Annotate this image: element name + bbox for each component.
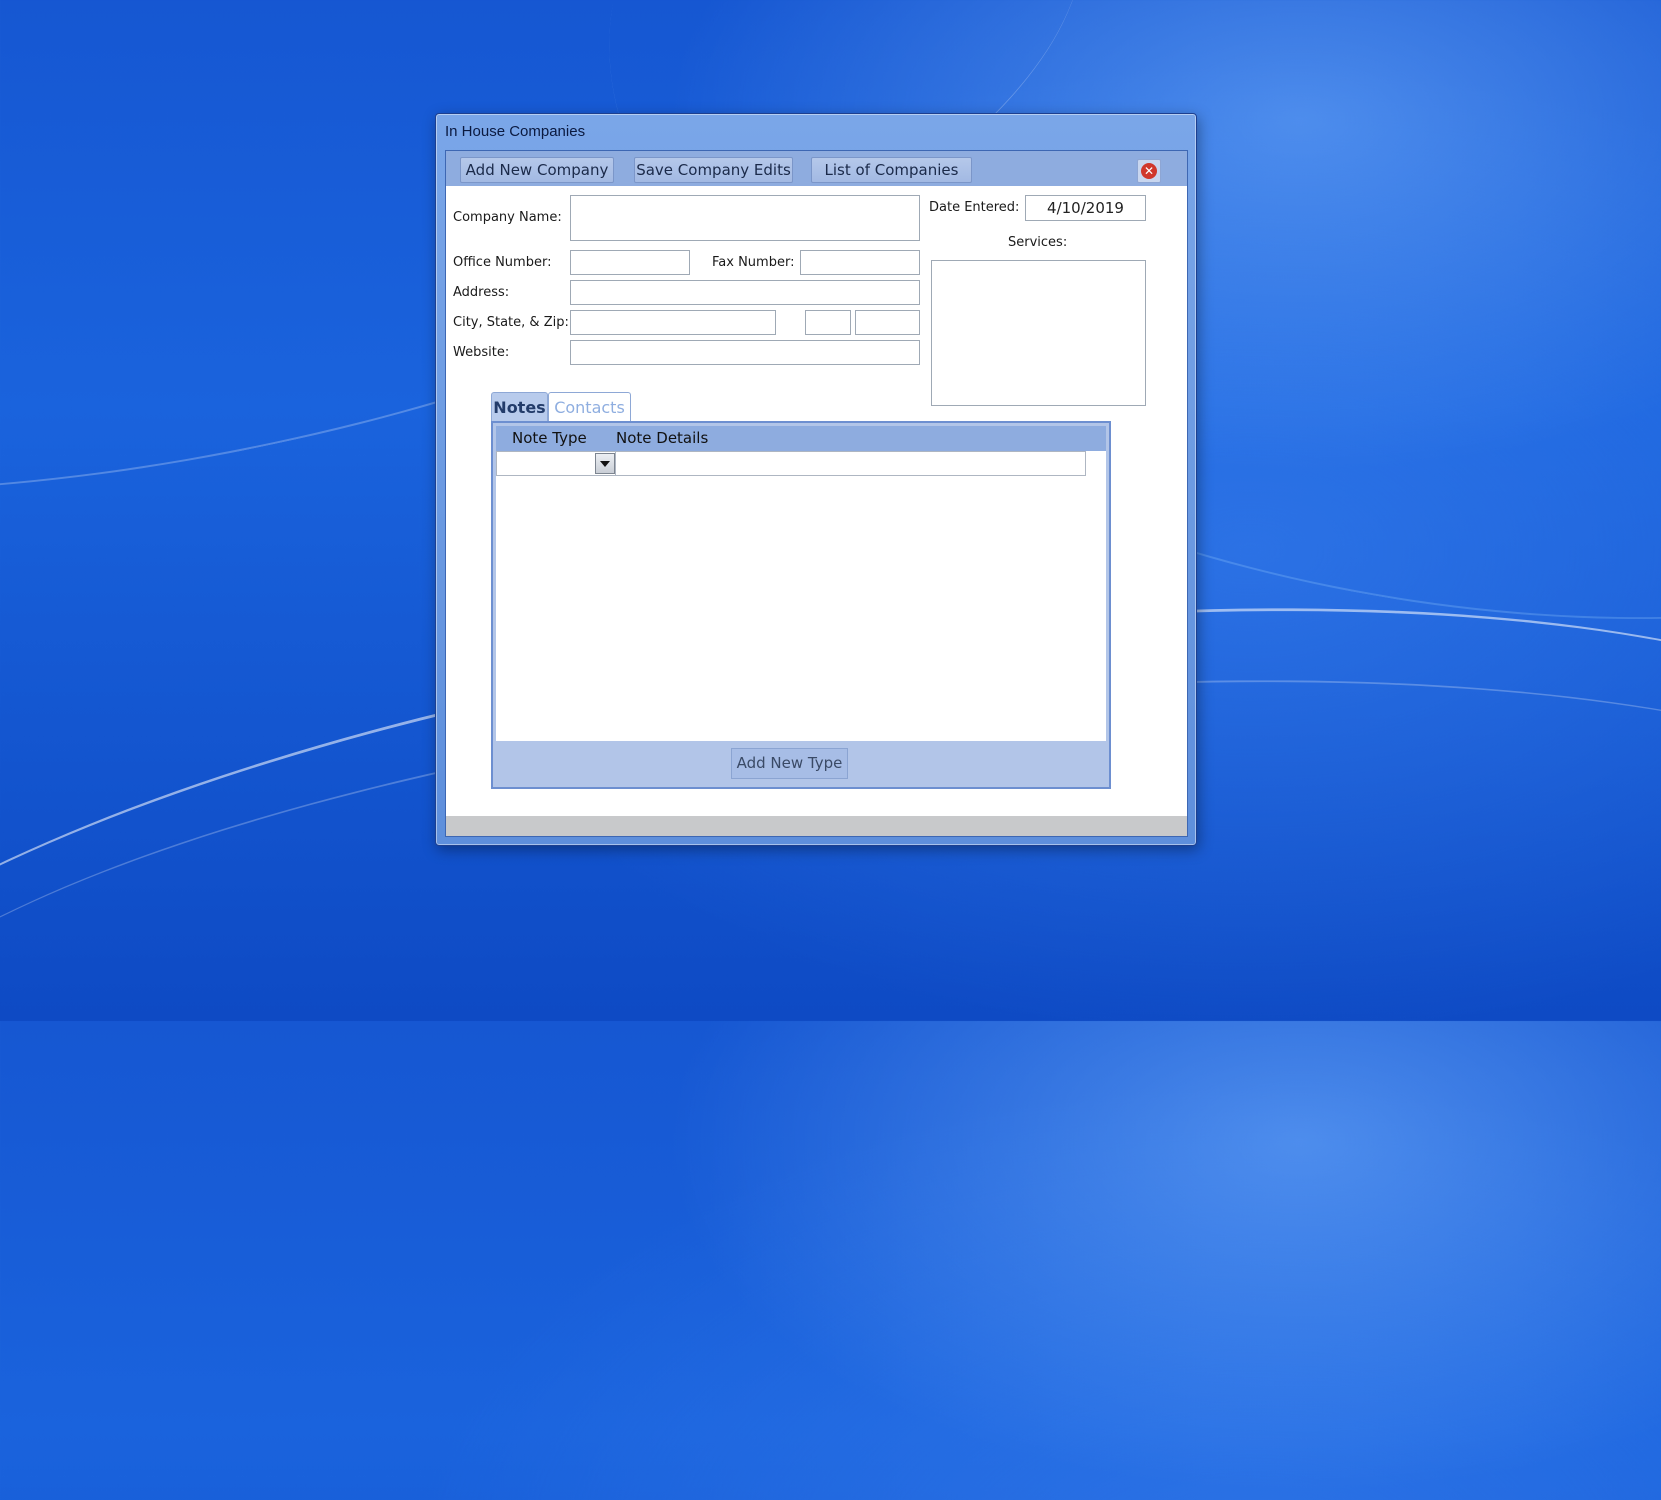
note-type-column-header: Note Type [512,429,587,447]
fax-number-label: Fax Number: [712,255,795,270]
add-new-company-button[interactable]: Add New Company [460,157,614,183]
city-state-zip-label: City, State, & Zip: [453,315,569,330]
close-icon: ✕ [1141,163,1157,179]
tab-contacts[interactable]: Contacts [548,392,631,422]
company-name-label: Company Name: [453,210,562,225]
website-field[interactable] [570,340,920,365]
notes-grid-header: Note Type Note Details [496,426,1106,451]
city-field[interactable] [570,310,776,335]
tab-notes[interactable]: Notes [491,392,548,422]
status-bar [446,816,1187,836]
save-company-edits-button[interactable]: Save Company Edits [634,157,793,183]
company-name-field[interactable] [570,195,920,241]
services-list[interactable] [931,260,1146,406]
list-of-companies-button[interactable]: List of Companies [811,157,972,183]
window-title: In House Companies [445,123,586,140]
chevron-down-icon[interactable] [595,453,615,474]
table-row[interactable] [496,451,1086,476]
office-number-field[interactable] [570,250,690,275]
date-entered-label: Date Entered: [929,200,1020,215]
close-button[interactable]: ✕ [1137,159,1161,183]
services-label: Services: [1008,235,1068,250]
state-field[interactable] [805,310,851,335]
in-house-companies-window: In House Companies Add New Company Save … [435,113,1197,846]
address-label: Address: [453,285,510,300]
address-field[interactable] [570,280,920,305]
date-entered-field[interactable]: 4/10/2019 [1025,195,1146,221]
zip-field[interactable] [855,310,920,335]
column-divider [615,452,616,475]
office-number-label: Office Number: [453,255,552,270]
window-client-area: Add New Company Save Company Edits List … [445,150,1188,837]
toolbar: Add New Company Save Company Edits List … [446,151,1187,186]
fax-number-field[interactable] [800,250,920,275]
notes-tab-panel: Note Type Note Details Add New Type [491,421,1111,789]
note-details-column-header: Note Details [616,429,709,447]
add-new-type-button[interactable]: Add New Type [731,748,848,779]
notes-grid: Note Type Note Details [496,426,1106,741]
website-label: Website: [453,345,510,360]
